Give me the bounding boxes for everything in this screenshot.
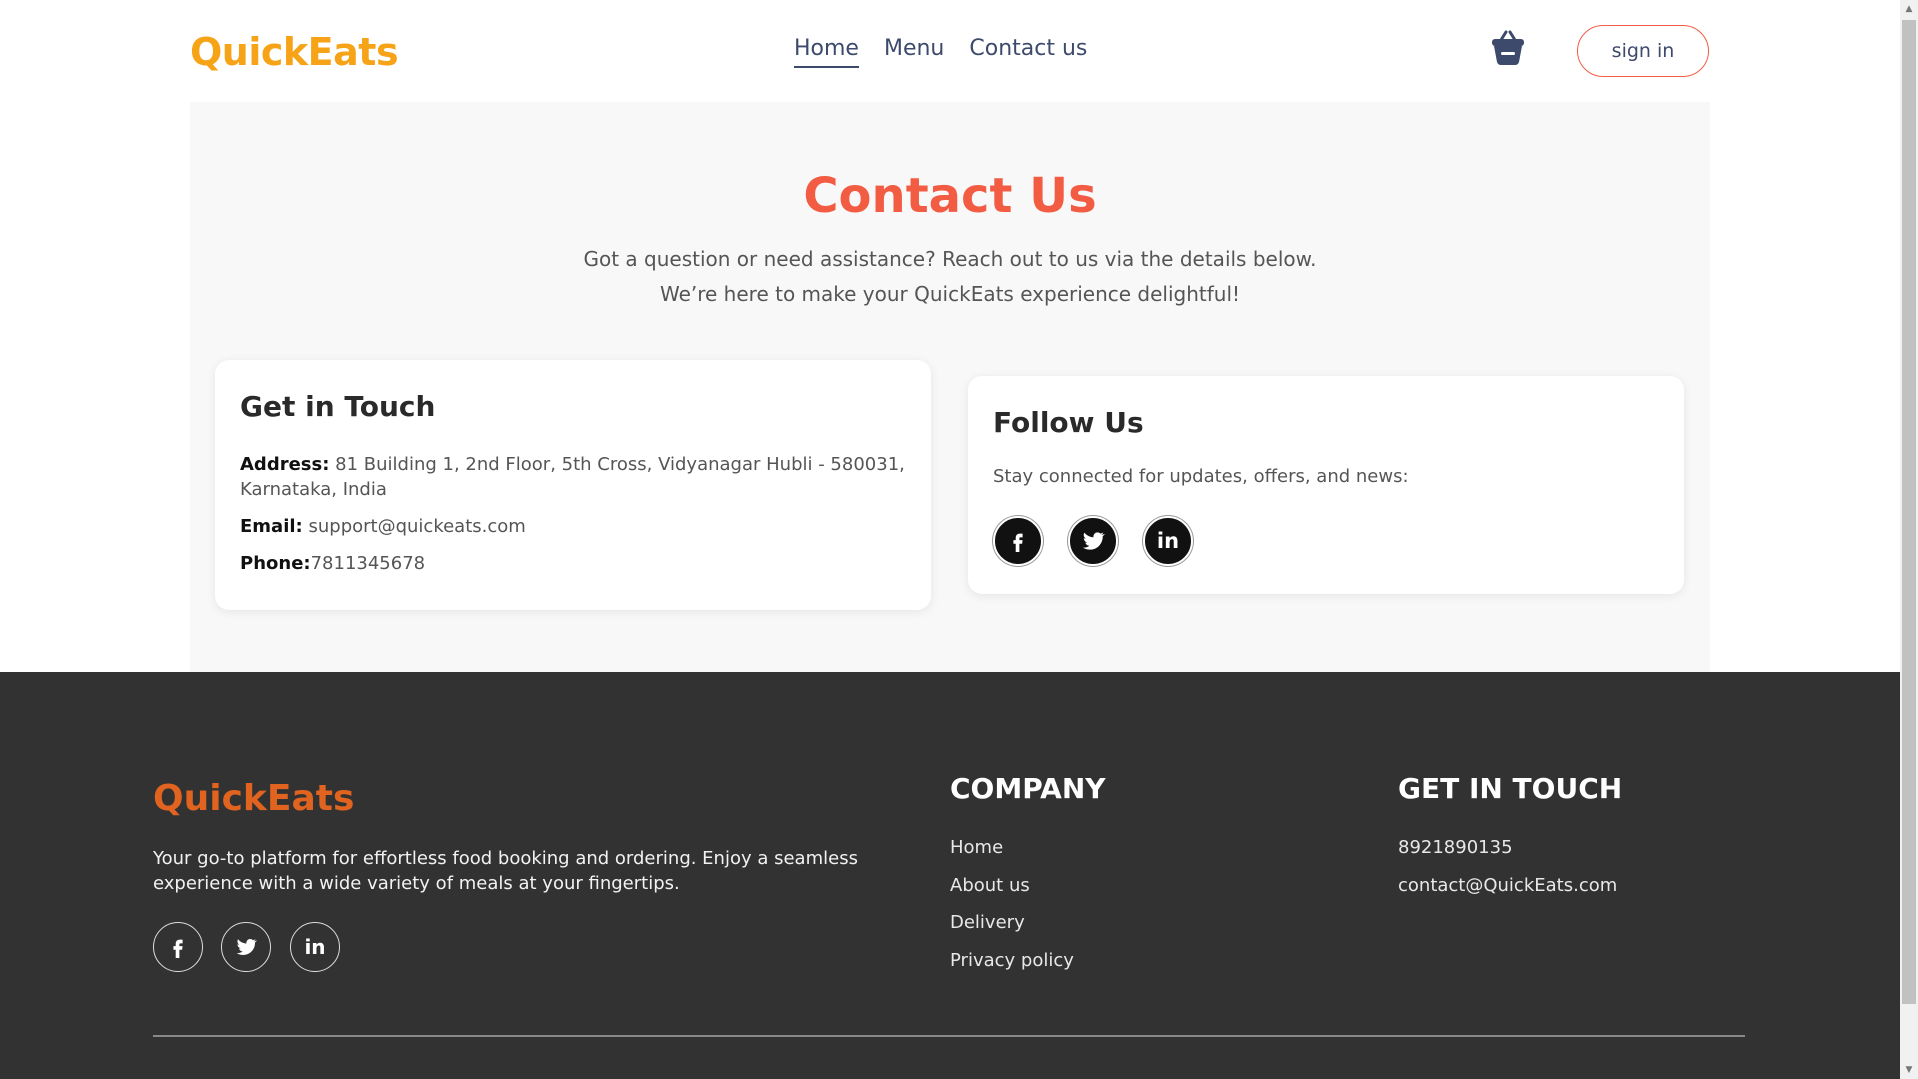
contact-section: Contact Us Got a question or need assist…	[190, 102, 1710, 672]
linkedin-icon[interactable]: in	[1143, 516, 1193, 566]
footer-facebook-icon[interactable]	[153, 922, 203, 972]
footer-link-about[interactable]: About us	[950, 875, 1030, 896]
brand-logo[interactable]: QuickEats	[190, 30, 399, 74]
email-label: Email:	[240, 516, 303, 537]
footer-email[interactable]: contact@QuickEats.com	[1398, 875, 1617, 896]
top-navbar: QuickEats Home Menu Contact us sign in	[0, 0, 1900, 102]
facebook-icon[interactable]	[993, 516, 1043, 566]
nav-link-menu[interactable]: Menu	[884, 36, 944, 68]
vertical-scrollbar[interactable]: ▲ ▼	[1900, 0, 1918, 1079]
twitter-icon[interactable]	[1068, 516, 1118, 566]
footer-divider	[153, 1035, 1745, 1037]
footer-description: Your go-to platform for effortless food …	[153, 848, 858, 894]
footer-twitter-icon[interactable]	[221, 922, 271, 972]
get-in-touch-card: Get in Touch Address: 81 Building 1, 2nd…	[215, 360, 931, 610]
phone-value[interactable]: 7811345678	[311, 553, 426, 574]
basket-icon[interactable]	[1488, 28, 1528, 68]
page: QuickEats Home Menu Contact us sign in C…	[0, 0, 1918, 1079]
sign-in-button[interactable]: sign in	[1577, 25, 1709, 77]
address-label: Address:	[240, 454, 330, 475]
follow-us-card: Follow Us Stay connected for updates, of…	[968, 376, 1684, 594]
scrollbar-thumb[interactable]	[1902, 20, 1916, 1004]
contact-subtitle-line2: We’re here to make your QuickEats experi…	[659, 282, 1241, 306]
footer-phone[interactable]: 8921890135	[1398, 837, 1513, 858]
contact-subtitle-line1: Got a question or need assistance? Reach…	[583, 247, 1317, 271]
footer-link-home[interactable]: Home	[950, 837, 1003, 858]
email-line: Email: support@quickeats.com	[240, 514, 910, 539]
page-title: Contact Us	[803, 168, 1097, 224]
scroll-up-arrow-icon[interactable]: ▲	[1900, 0, 1918, 18]
address-value: 81 Building 1, 2nd Floor, 5th Cross, Vid…	[240, 454, 905, 500]
phone-label: Phone:	[240, 553, 311, 574]
nav-links: Home Menu Contact us	[794, 36, 1087, 68]
footer: QuickEats Your go-to platform for effort…	[0, 672, 1900, 1079]
footer-link-privacy[interactable]: Privacy policy	[950, 950, 1074, 971]
nav-link-home[interactable]: Home	[794, 36, 859, 68]
footer-linkedin-icon[interactable]: in	[290, 922, 340, 972]
follow-us-text: Stay connected for updates, offers, and …	[993, 466, 1409, 487]
email-value[interactable]: support@quickeats.com	[308, 516, 525, 537]
nav-link-contact[interactable]: Contact us	[969, 36, 1087, 68]
footer-link-delivery[interactable]: Delivery	[950, 912, 1025, 933]
footer-logo[interactable]: QuickEats	[153, 778, 354, 819]
address-line: Address: 81 Building 1, 2nd Floor, 5th C…	[240, 452, 910, 502]
follow-us-heading: Follow Us	[993, 406, 1144, 439]
footer-touch-heading: GET IN TOUCH	[1398, 772, 1623, 805]
phone-line: Phone:7811345678	[240, 551, 910, 576]
scroll-down-arrow-icon[interactable]: ▼	[1900, 1061, 1918, 1079]
get-in-touch-heading: Get in Touch	[240, 390, 436, 423]
company-heading: COMPANY	[950, 772, 1106, 805]
